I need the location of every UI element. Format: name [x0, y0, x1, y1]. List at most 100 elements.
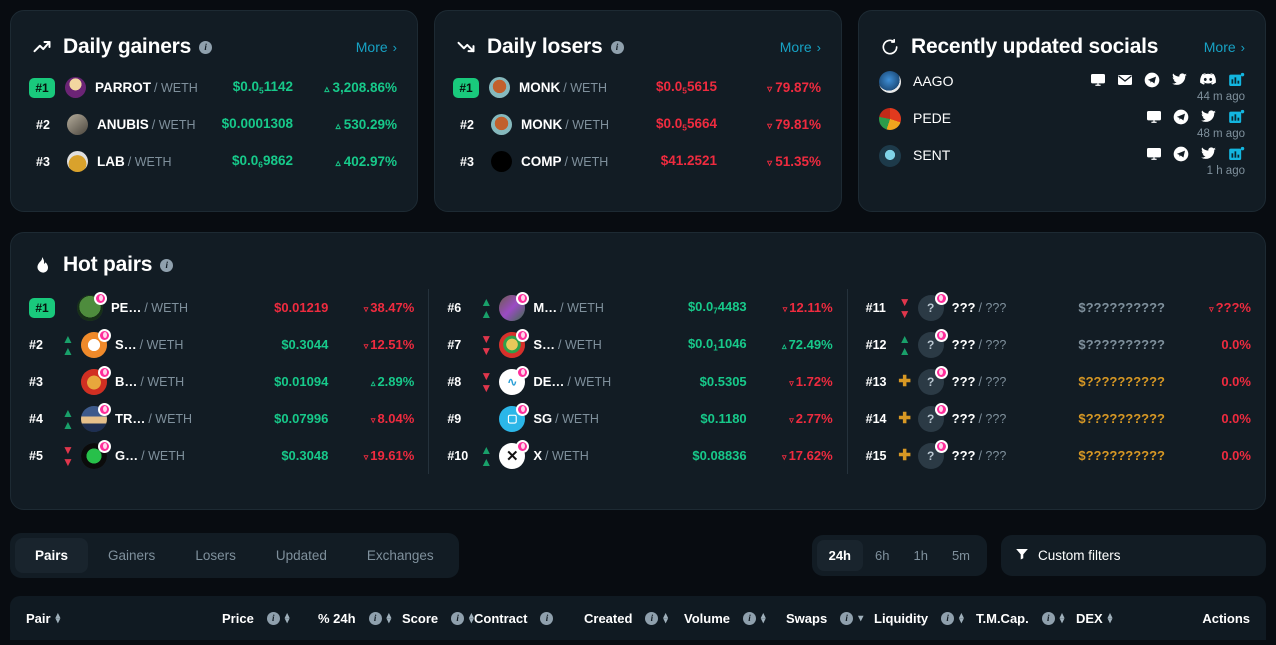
daily-losers-more-link[interactable]: More ›: [780, 39, 821, 55]
rank-badge: #5: [29, 448, 43, 463]
info-icon[interactable]: i: [1041, 611, 1055, 625]
chart-icon[interactable]: [1228, 72, 1245, 88]
sort-icon[interactable]: ▴ ▾: [285, 611, 290, 625]
list-item[interactable]: #2 MONK / WETH $0.055664 ▿ 79.81%: [453, 106, 821, 143]
list-item[interactable]: #3 B… / WETH $0.01094 ▵ 2.89%: [29, 363, 414, 400]
column-header-created[interactable]: Created i ▴ ▾: [584, 611, 684, 626]
telegram-icon[interactable]: [1173, 146, 1189, 162]
chevron-down-icon[interactable]: ▾: [858, 613, 863, 624]
list-item[interactable]: SENT 1 h ago: [879, 145, 1245, 182]
tab-gainers[interactable]: Gainers: [88, 538, 175, 573]
funnel-icon: [1015, 547, 1029, 564]
tab-pairs[interactable]: Pairs: [15, 537, 89, 573]
discord-icon[interactable]: [1199, 72, 1217, 88]
sort-icon[interactable]: ▴ ▾: [1108, 611, 1113, 625]
list-item[interactable]: #3 COMP / WETH $41.2521 ▿ 51.35%: [453, 143, 821, 180]
info-icon[interactable]: i: [368, 611, 382, 625]
column-header-dex[interactable]: DEX ▴ ▾: [1076, 611, 1186, 626]
dex-badge-icon: [516, 328, 530, 342]
list-item[interactable]: #1 PE… / WETH $0.01219 ▿ 38.47%: [29, 289, 414, 326]
list-item[interactable]: #1 PARROT / WETH $0.051142 ▵ 3,208.86%: [29, 69, 397, 106]
chart-icon[interactable]: [1228, 146, 1245, 162]
info-icon[interactable]: i: [610, 40, 624, 54]
list-item[interactable]: #10 ▲ ▲ ✕ X / WETH $0.08836 ▿ 17.62%: [447, 437, 833, 474]
column-header-contract[interactable]: Contract i: [474, 611, 584, 626]
list-item[interactable]: #15 ✚ ? ??? / ??? $?????????? 0.0%: [866, 437, 1251, 474]
info-icon[interactable]: i: [199, 40, 213, 54]
list-item[interactable]: #5 ▼ ▼ G… / WETH $0.3048 ▿ 19.61%: [29, 437, 414, 474]
list-item[interactable]: #2 ▲ ▲ S… / WETH $0.3044 ▿ 12.51%: [29, 326, 414, 363]
list-item[interactable]: #2 ANUBIS / WETH $0.0001308 ▵ 530.29%: [29, 106, 397, 143]
timeframe-24h[interactable]: 24h: [816, 539, 863, 571]
telegram-icon[interactable]: [1144, 72, 1160, 88]
avatar: ?: [917, 439, 948, 469]
column-header-liquidity[interactable]: Liquidity i ▴ ▾: [874, 611, 976, 626]
sort-icon[interactable]: ▴ ▾: [469, 611, 474, 625]
avatar: [77, 291, 107, 321]
info-icon[interactable]: i: [645, 611, 659, 625]
list-item[interactable]: #8 ▼ ▼ ∿ DE… / WETH $0.5305 ▿ 1.72%: [447, 363, 833, 400]
monitor-icon[interactable]: [1090, 72, 1106, 88]
list-item[interactable]: #4 ▲ ▲ TR… / WETH $0.07996 ▿ 8.04%: [29, 400, 414, 437]
arrow-down-icon: ▿: [789, 378, 794, 388]
list-item[interactable]: AAGO 44 m ago: [879, 71, 1245, 108]
tab-exchanges[interactable]: Exchanges: [347, 538, 454, 573]
tab-losers[interactable]: Losers: [175, 538, 256, 573]
quote-symbol: / WETH: [139, 337, 184, 352]
list-item[interactable]: #7 ▼ ▼ S… / WETH $0.011046 ▵ 72.49%: [447, 326, 833, 363]
mail-icon[interactable]: [1117, 72, 1133, 88]
monitor-icon[interactable]: [1146, 146, 1162, 162]
list-item[interactable]: #3 LAB / WETH $0.069862 ▵ 402.97%: [29, 143, 397, 180]
token-price: $0.3048: [281, 448, 329, 463]
daily-gainers-more-link[interactable]: More ›: [356, 39, 397, 55]
info-icon[interactable]: i: [451, 611, 465, 625]
arrow-up-icon: ▵: [782, 341, 787, 351]
list-item[interactable]: #6 ▲ ▲ M… / WETH $0.074483 ▿ 12.11%: [447, 289, 833, 326]
column-header-swaps[interactable]: Swaps i ▾: [786, 611, 874, 626]
info-icon[interactable]: i: [266, 611, 280, 625]
twitter-icon[interactable]: [1200, 109, 1217, 125]
custom-filters-button[interactable]: Custom filters: [1001, 534, 1266, 576]
sort-icon[interactable]: ▴ ▾: [387, 611, 392, 625]
sort-icon[interactable]: ▴ ▾: [56, 611, 61, 625]
list-item[interactable]: #9 ▢ SG / WETH $0.1180 ▿ 2.77%: [447, 400, 833, 437]
column-header-score[interactable]: Score i ▴ ▾: [402, 611, 474, 626]
column-header-volume[interactable]: Volume i ▴ ▾: [684, 611, 786, 626]
info-icon[interactable]: i: [941, 611, 955, 625]
sort-icon[interactable]: ▴ ▾: [761, 611, 766, 625]
sort-icon[interactable]: ▴ ▾: [1060, 611, 1065, 625]
hot-pairs-column-1: #1 PE… / WETH $0.01219 ▿ 38.47% #2 ▲ ▲ S… …: [11, 289, 428, 474]
column-header-price[interactable]: Price i ▴ ▾: [222, 611, 318, 626]
token-symbol: S…: [533, 337, 555, 352]
sort-icon[interactable]: ▴ ▾: [663, 611, 668, 625]
info-icon[interactable]: i: [840, 611, 854, 625]
column-header-pair[interactable]: Pair ▴ ▾: [26, 611, 222, 626]
info-icon[interactable]: i: [743, 611, 756, 625]
socials-more-link[interactable]: More ›: [1204, 39, 1245, 55]
sort-icon[interactable]: ▴ ▾: [959, 611, 964, 625]
chart-icon[interactable]: [1228, 109, 1245, 125]
timeframe-1h[interactable]: 1h: [901, 540, 939, 571]
timeframe-5m[interactable]: 5m: [940, 540, 982, 571]
dex-badge-icon: [98, 328, 111, 342]
twitter-icon[interactable]: [1171, 72, 1188, 88]
list-item[interactable]: #14 ✚ ? ??? / ??? $?????????? 0.0%: [866, 400, 1251, 437]
column-header-percent-24h[interactable]: % 24h i ▴ ▾: [318, 611, 402, 626]
list-item[interactable]: #1 MONK / WETH $0.055615 ▿ 79.87%: [453, 69, 821, 106]
info-icon[interactable]: i: [160, 258, 174, 272]
list-item[interactable]: #13 ✚ ? ??? / ??? $?????????? 0.0%: [866, 363, 1251, 400]
twitter-icon[interactable]: [1200, 146, 1217, 162]
avatar: [81, 439, 111, 469]
column-header-tmcap[interactable]: T.M.Cap. i ▴ ▾: [976, 611, 1076, 626]
tab-updated[interactable]: Updated: [256, 538, 347, 573]
trend-down-indicator: ▼ ▼: [898, 294, 911, 321]
arrow-down-icon: ▿: [1209, 304, 1214, 314]
telegram-icon[interactable]: [1173, 109, 1189, 125]
timeframe-6h[interactable]: 6h: [863, 540, 901, 571]
list-item[interactable]: #12 ▲ ▲ ? ??? / ??? $?????????? 0.0%: [866, 326, 1251, 363]
dex-badge-icon: [94, 291, 107, 305]
list-item[interactable]: #11 ▼ ▼ ? ??? / ??? $?????????? ▿???%: [866, 289, 1251, 326]
list-item[interactable]: PEDE 48 m ago: [879, 108, 1245, 145]
info-icon[interactable]: i: [540, 611, 554, 625]
monitor-icon[interactable]: [1146, 109, 1162, 125]
